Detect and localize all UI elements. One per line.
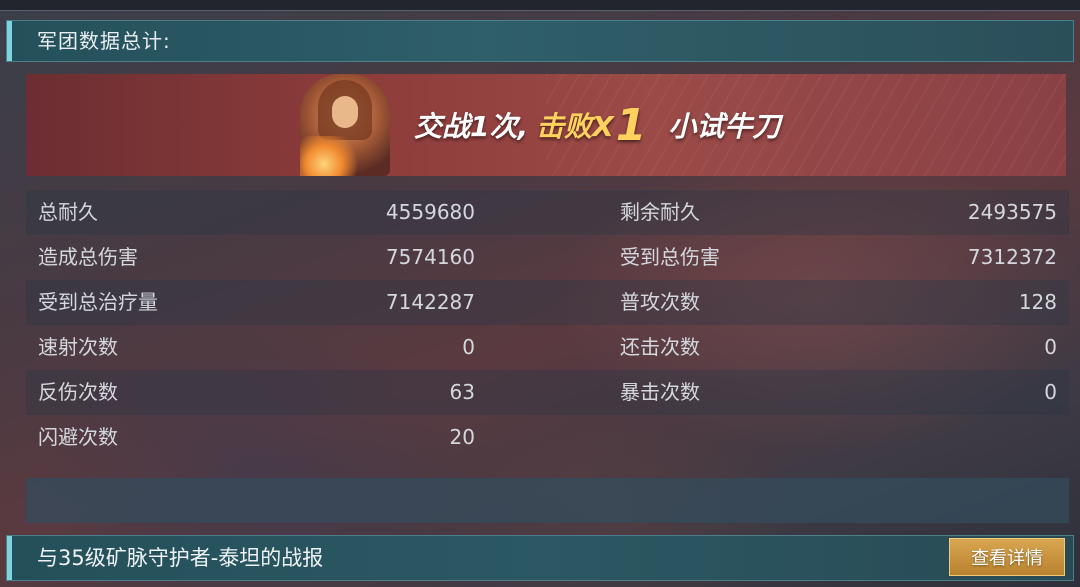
battle-count: 交战1次, xyxy=(414,110,529,143)
stat-label: 反伤次数 xyxy=(38,380,118,404)
empty-row xyxy=(26,478,1069,523)
stat-label: 受到总治疗量 xyxy=(38,290,158,314)
stat-label: 暴击次数 xyxy=(620,380,700,404)
stat-value: 0 xyxy=(1044,335,1057,359)
stat-label: 剩余耐久 xyxy=(620,200,700,224)
stat-label: 总耐久 xyxy=(38,200,98,224)
rank-title: 小试牛刀 xyxy=(668,110,781,143)
stat-value: 2493575 xyxy=(967,200,1057,224)
battle-report-title: 与35级矿脉守护者-泰坦的战报 xyxy=(37,546,324,570)
stat-row: 速射次数 0 还击次数 0 xyxy=(26,325,1069,370)
stat-row: 总耐久 4559680 剩余耐久 2493575 xyxy=(26,190,1069,235)
stat-value: 7574160 xyxy=(385,245,475,269)
stat-label: 普攻次数 xyxy=(620,290,700,314)
summary-header: 军团数据总计: xyxy=(6,20,1074,62)
stat-value: 128 xyxy=(1018,290,1057,314)
stat-value: 0 xyxy=(1044,380,1057,404)
result-banner: 交战1次, 击败X 1 小试牛刀 xyxy=(26,74,1066,176)
stat-value: 0 xyxy=(462,335,475,359)
view-details-button[interactable]: 查看详情 xyxy=(949,538,1065,576)
stat-label: 受到总伤害 xyxy=(620,245,720,269)
defeat-count: 1 xyxy=(615,99,647,151)
stat-value: 7312372 xyxy=(967,245,1057,269)
stat-value: 63 xyxy=(449,380,475,404)
stat-row: 反伤次数 63 暴击次数 0 xyxy=(26,370,1069,415)
defeat-label: 击败X xyxy=(536,110,614,143)
stat-row: 闪避次数 20 xyxy=(26,415,1069,460)
stat-label: 速射次数 xyxy=(38,335,118,359)
stat-value: 7142287 xyxy=(385,290,475,314)
hero-portrait xyxy=(300,74,390,176)
stat-label: 闪避次数 xyxy=(38,425,118,449)
banner-text: 交战1次, 击败X 1 小试牛刀 xyxy=(414,74,780,176)
summary-title: 军团数据总计: xyxy=(37,29,171,53)
stat-row: 受到总治疗量 7142287 普攻次数 128 xyxy=(26,280,1069,325)
stat-label: 造成总伤害 xyxy=(38,245,138,269)
stats-table: 总耐久 4559680 剩余耐久 2493575 造成总伤害 7574160 受… xyxy=(26,190,1069,460)
stat-value: 20 xyxy=(449,425,475,449)
stat-label: 还击次数 xyxy=(620,335,700,359)
top-strip xyxy=(0,0,1080,11)
stat-value: 4559680 xyxy=(385,200,475,224)
stat-row: 造成总伤害 7574160 受到总伤害 7312372 xyxy=(26,235,1069,280)
battle-report-bar: 与35级矿脉守护者-泰坦的战报 查看详情 xyxy=(6,535,1074,581)
